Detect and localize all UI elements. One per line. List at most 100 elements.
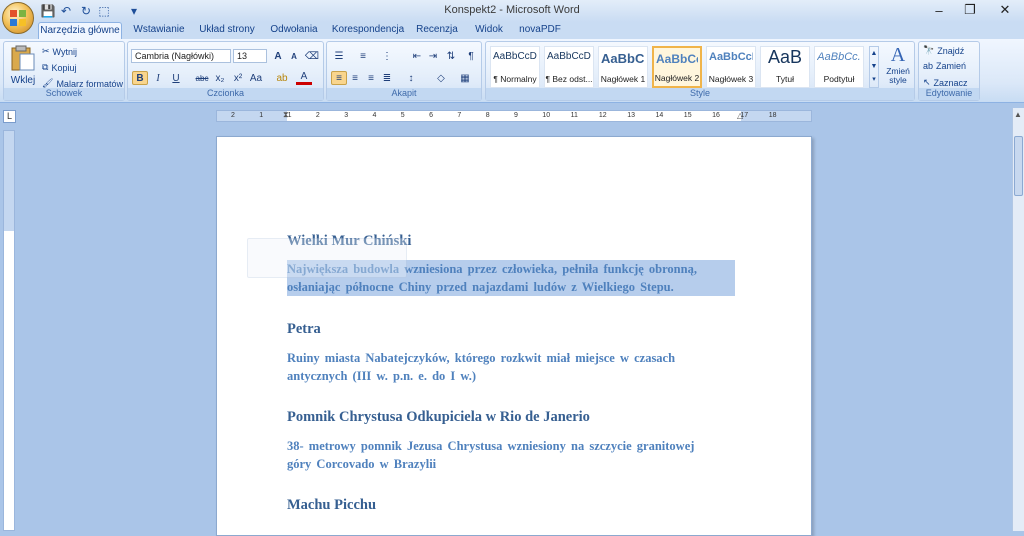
- highlight-icon[interactable]: ab: [274, 71, 290, 85]
- replace-button[interactable]: ab Zamień: [923, 61, 966, 71]
- paragraph-group-label: Akapit: [327, 88, 481, 100]
- restore-button[interactable]: ❐: [955, 1, 985, 19]
- font-group: Cambria (Nagłówki) 13 A A ⌫ B I U abc x₂…: [127, 41, 324, 101]
- vertical-scrollbar[interactable]: ▲: [1012, 108, 1024, 531]
- ruler-tick-label: 9: [514, 112, 518, 119]
- shrink-font-button[interactable]: A: [286, 49, 302, 63]
- align-center-icon[interactable]: ≡: [347, 71, 363, 85]
- style-no-spacing[interactable]: AaBbCcDc ¶ Bez odst...: [544, 46, 594, 88]
- minimize-button[interactable]: –: [924, 1, 954, 19]
- bold-button[interactable]: B: [132, 71, 148, 85]
- select-button[interactable]: ↖ Zaznacz: [923, 77, 968, 88]
- cut-button[interactable]: ✂ Wytnij: [42, 46, 77, 57]
- select-label: Zaznacz: [933, 77, 968, 88]
- heading-christ-redeemer[interactable]: Pomnik Chrystusa Odkupiciela w Rio de Ja…: [287, 409, 590, 426]
- superscript-button[interactable]: x²: [230, 71, 246, 85]
- borders-icon[interactable]: ▦: [457, 71, 473, 85]
- align-left-icon[interactable]: ≡: [331, 71, 347, 85]
- numbering-icon[interactable]: ≡: [355, 49, 371, 63]
- font-group-label: Czcionka: [128, 88, 323, 100]
- vertical-ruler[interactable]: [3, 130, 15, 531]
- ruler-tick-label: 13: [627, 112, 635, 119]
- paste-button[interactable]: Wklej: [8, 44, 38, 88]
- sort-icon[interactable]: ⇅: [443, 49, 459, 63]
- change-styles-button[interactable]: A Zmień style: [882, 44, 914, 90]
- clipboard-group-label: Schowek: [4, 88, 124, 100]
- tab-view[interactable]: Widok: [466, 22, 512, 39]
- style-sample: AaBbC(: [601, 51, 645, 66]
- ribbon: Wklej ✂ Wytnij ⧉ Kopiuj 🖌 Malarz formatów S…: [0, 39, 1024, 103]
- italic-button[interactable]: I: [150, 71, 166, 85]
- tab-page-layout[interactable]: Układ strony: [194, 22, 260, 39]
- show-marks-icon[interactable]: ¶: [463, 49, 479, 63]
- ruler-tick-label: 12: [598, 112, 607, 119]
- copy-icon: ⧉: [42, 62, 49, 72]
- decrease-indent-icon[interactable]: ⇤: [409, 49, 425, 63]
- heading-machu-picchu[interactable]: Machu Picchu: [287, 497, 376, 514]
- ruler-tick-label: 6: [429, 112, 433, 119]
- ruler-tick-label: 10: [542, 112, 551, 119]
- paragraph-line[interactable]: góry Corcovado w Brazylii: [287, 455, 436, 473]
- font-name-combo[interactable]: Cambria (Nagłówki): [131, 49, 231, 63]
- font-size-combo[interactable]: 13: [233, 49, 267, 63]
- styles-scroll[interactable]: ▲ ▼ ▾: [869, 46, 879, 88]
- indent-marker-icon[interactable]: ⧗: [283, 110, 289, 120]
- ribbon-tabs: Narzędzia główne Wstawianie Układ strony…: [0, 22, 1024, 39]
- ruler-tick-label: 3: [344, 112, 349, 119]
- clear-formatting-icon[interactable]: ⌫: [304, 49, 320, 63]
- paragraph-line[interactable]: antycznych (III w. p.n. e. do I w.): [287, 367, 476, 385]
- style-normal[interactable]: AaBbCcDc ¶ Normalny: [490, 46, 540, 88]
- subscript-button[interactable]: x₂: [212, 71, 228, 85]
- paragraph-line[interactable]: osłaniając północne Chiny przed najazdam…: [287, 278, 735, 296]
- style-heading-3[interactable]: AaBbCcI Nagłówek 3: [706, 46, 756, 88]
- paragraph-line[interactable]: 38- metrowy pomnik Jezusa Chrystusa wzni…: [287, 437, 694, 455]
- tab-novapdf[interactable]: novaPDF: [516, 22, 564, 39]
- office-button[interactable]: [2, 2, 34, 34]
- tab-mailings[interactable]: Korespondencja: [328, 22, 408, 39]
- increase-indent-icon[interactable]: ⇥: [425, 49, 441, 63]
- find-label: Znajdź: [937, 45, 965, 56]
- tab-home[interactable]: Narzędzia główne: [38, 22, 122, 39]
- multilevel-list-icon[interactable]: ⋮: [379, 49, 395, 63]
- line-spacing-icon[interactable]: ↕: [403, 71, 419, 85]
- ruler-tick-label: 5: [400, 112, 405, 119]
- strikethrough-button[interactable]: abc: [194, 71, 210, 85]
- copy-button[interactable]: ⧉ Kopiuj: [42, 62, 76, 73]
- ruler-tick-label: 8: [485, 112, 490, 119]
- paragraph-line[interactable]: Ruiny miasta Nabatejczyków, którego rozk…: [287, 349, 675, 367]
- style-heading-2[interactable]: AaBbCc Nagłówek 2: [652, 46, 702, 88]
- align-right-icon[interactable]: ≡: [363, 71, 379, 85]
- style-sample: AaBbCcDc: [493, 51, 537, 62]
- editing-group: 🔭 Znajdź ab Zamień ↖ Zaznacz Edytowanie: [918, 41, 980, 101]
- horizontal-ruler[interactable]: 2 1 1 2 3 4 5 6 7 8 9 10 11 12 13 14 15 16 17 18 ⧗ △: [216, 110, 812, 122]
- mini-toolbar[interactable]: [247, 238, 407, 278]
- tab-insert[interactable]: Wstawianie: [128, 22, 190, 39]
- style-title[interactable]: AaB Tytuł: [760, 46, 810, 88]
- bullets-icon[interactable]: ☰: [331, 49, 347, 63]
- grow-font-button[interactable]: A: [270, 49, 286, 63]
- ruler-tick-label: 7: [457, 112, 462, 119]
- style-name: Nagłówek 1: [600, 74, 646, 84]
- justify-icon[interactable]: ≣: [379, 71, 395, 85]
- heading-petra[interactable]: Petra: [287, 321, 321, 338]
- scroll-thumb[interactable]: [1014, 136, 1023, 196]
- scroll-up-icon[interactable]: ▲: [1014, 110, 1022, 119]
- tab-review[interactable]: Recenzja: [412, 22, 462, 39]
- cursor-icon: ↖: [923, 77, 931, 87]
- right-indent-marker-icon[interactable]: △: [737, 111, 743, 120]
- document-page[interactable]: Wielki Mur Chiński Największa budowla wz…: [216, 136, 812, 536]
- change-case-button[interactable]: Aa: [248, 71, 264, 85]
- ruler-tick-label: 15: [683, 112, 692, 119]
- replace-icon: ab: [923, 61, 934, 71]
- shading-icon[interactable]: ◇: [433, 71, 449, 85]
- tab-selector[interactable]: L: [3, 110, 16, 123]
- style-subtitle[interactable]: AaBbCc. Podtytuł: [814, 46, 864, 88]
- ruler-tick-label: 16: [712, 112, 720, 119]
- binoculars-icon: 🔭: [923, 45, 935, 55]
- underline-button[interactable]: U: [168, 71, 184, 85]
- style-heading-1[interactable]: AaBbC( Nagłówek 1: [598, 46, 648, 88]
- close-button[interactable]: ✕: [990, 1, 1020, 19]
- find-button[interactable]: 🔭 Znajdź: [923, 45, 964, 56]
- font-color-icon[interactable]: A: [296, 71, 312, 85]
- tab-references[interactable]: Odwołania: [264, 22, 324, 39]
